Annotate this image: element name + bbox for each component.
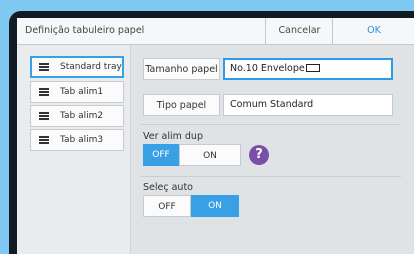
paper-tray-icon (39, 112, 49, 120)
tray-list: Standard tray Tab alim1 Tab alim2 Tab al… (17, 45, 131, 254)
duplex-feed-off-option[interactable]: OFF (143, 144, 179, 166)
paper-type-field[interactable]: Comum Standard (223, 94, 393, 116)
paper-type-value: Comum Standard (230, 99, 314, 110)
paper-size-field[interactable]: No.10 Envelope (223, 58, 393, 80)
paper-size-value: No.10 Envelope (230, 63, 305, 74)
paper-tray-icon (39, 136, 49, 144)
auto-select-on-option[interactable]: ON (191, 195, 239, 217)
envelope-icon (305, 63, 320, 72)
tray-item-label: Tab alim2 (60, 111, 104, 121)
tray-item-label: Standard tray (60, 62, 122, 72)
settings-panel: Tamanho papel No.10 Envelope Tipo papel … (131, 45, 414, 254)
divider (141, 176, 401, 177)
tray-item-tab-alim2[interactable]: Tab alim2 (30, 105, 124, 127)
tray-item-label: Tab alim3 (60, 135, 104, 145)
auto-select-off-option[interactable]: OFF (143, 195, 191, 217)
tray-item-standard-tray[interactable]: Standard tray (30, 56, 124, 78)
paper-tray-icon (39, 88, 49, 96)
paper-size-button[interactable]: Tamanho papel (143, 58, 220, 80)
tray-item-tab-alim3[interactable]: Tab alim3 (30, 129, 124, 151)
duplex-feed-on-option[interactable]: ON (179, 144, 241, 166)
tray-item-tab-alim1[interactable]: Tab alim1 (30, 81, 124, 103)
dialog-title: Definição tabuleiro papel (25, 25, 145, 36)
dialog-title-bar: Definição tabuleiro papel Cancelar OK (17, 18, 414, 45)
duplex-feed-label: Ver alim dup (143, 131, 203, 142)
help-icon[interactable]: ? (249, 145, 269, 165)
paper-tray-icon (39, 63, 49, 71)
paper-tray-settings-dialog: Definição tabuleiro papel Cancelar OK St… (17, 18, 414, 254)
tray-item-label: Tab alim1 (60, 87, 104, 97)
auto-select-label: Seleç auto (143, 182, 193, 193)
paper-type-button[interactable]: Tipo papel (143, 94, 220, 116)
ok-button[interactable]: OK (332, 18, 414, 44)
cancel-button[interactable]: Cancelar (265, 18, 333, 44)
divider (141, 124, 401, 125)
